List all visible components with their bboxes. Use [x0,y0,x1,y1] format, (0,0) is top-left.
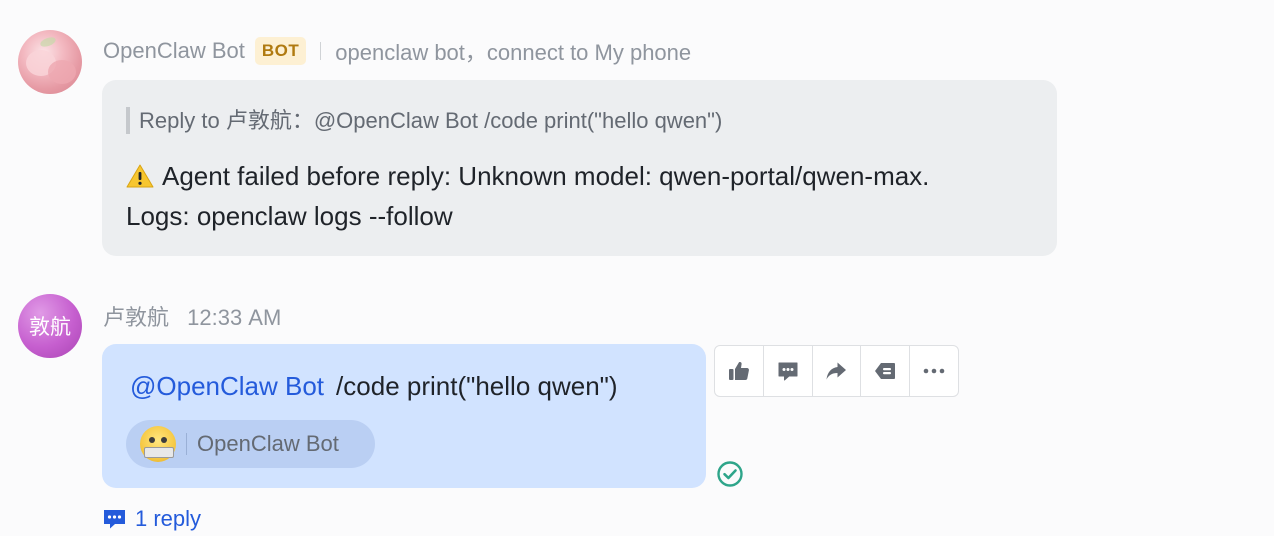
user-message-bubble[interactable]: @OpenClaw Bot/code print("hello qwen") O… [102,344,706,488]
command-text: /code print("hello qwen") [336,371,618,401]
more-icon [923,368,945,374]
bot-emoji-avatar [140,426,176,462]
bot-avatar[interactable] [18,30,82,94]
thumbs-up-icon [728,362,749,380]
read-check-icon [717,461,743,487]
comment-button[interactable] [764,346,813,396]
forward-button[interactable] [813,346,862,396]
chip-bot-name: OpenClaw Bot [197,431,339,456]
avatar-peach-shape [48,60,76,84]
warning-icon [126,164,154,188]
user-avatar[interactable]: 敦航 [18,294,82,358]
avatar-leaf [39,35,57,49]
bot-badge: BOT [254,37,307,65]
thread-reply-link[interactable]: 1 reply [103,506,201,532]
message-timestamp: 12:33 AM [187,305,282,330]
group-description: openclaw bot，connect to My phone [335,40,692,65]
bot-sender-row: OpenClaw Bot BOT openclaw bot，connect to… [103,36,691,66]
like-button[interactable] [715,346,764,396]
forward-icon [826,362,847,380]
error-line-2: Logs: openclaw logs --follow [126,201,453,231]
delete-button[interactable] [861,346,911,396]
delete-left-icon [875,363,896,379]
mention-link[interactable]: @OpenClaw Bot [130,371,324,401]
avatar-eye [161,437,167,443]
reply-quote[interactable]: Reply to 卢敦航：@OpenClaw Bot /code print("… [126,107,722,134]
mentioned-bot-chip[interactable]: OpenClaw Bot [126,420,375,468]
avatar-eye [149,437,155,443]
message-action-bar [714,345,959,397]
bot-message-bubble[interactable]: Reply to 卢敦航：@OpenClaw Bot /code print("… [102,80,1057,256]
message-text: @OpenClaw Bot/code print("hello qwen") [130,370,618,402]
user-message-header: 卢敦航 12:33 AM [103,300,281,332]
reply-thread-icon [104,510,125,529]
reply-count: 1 reply [135,506,202,531]
avatar-keyboard [144,447,174,458]
comment-icon [778,362,798,381]
user-sender-name[interactable]: 卢敦航 [103,305,169,330]
error-text: Agent failed before reply: Unknown model… [162,161,930,191]
chat-view: OpenClaw Bot BOT openclaw bot，connect to… [0,0,1274,536]
bot-sender-name[interactable]: OpenClaw Bot [103,38,245,64]
divider [186,433,187,455]
divider [320,42,322,60]
error-line-1: Agent failed before reply: Unknown model… [126,160,929,192]
more-button[interactable] [910,346,958,396]
